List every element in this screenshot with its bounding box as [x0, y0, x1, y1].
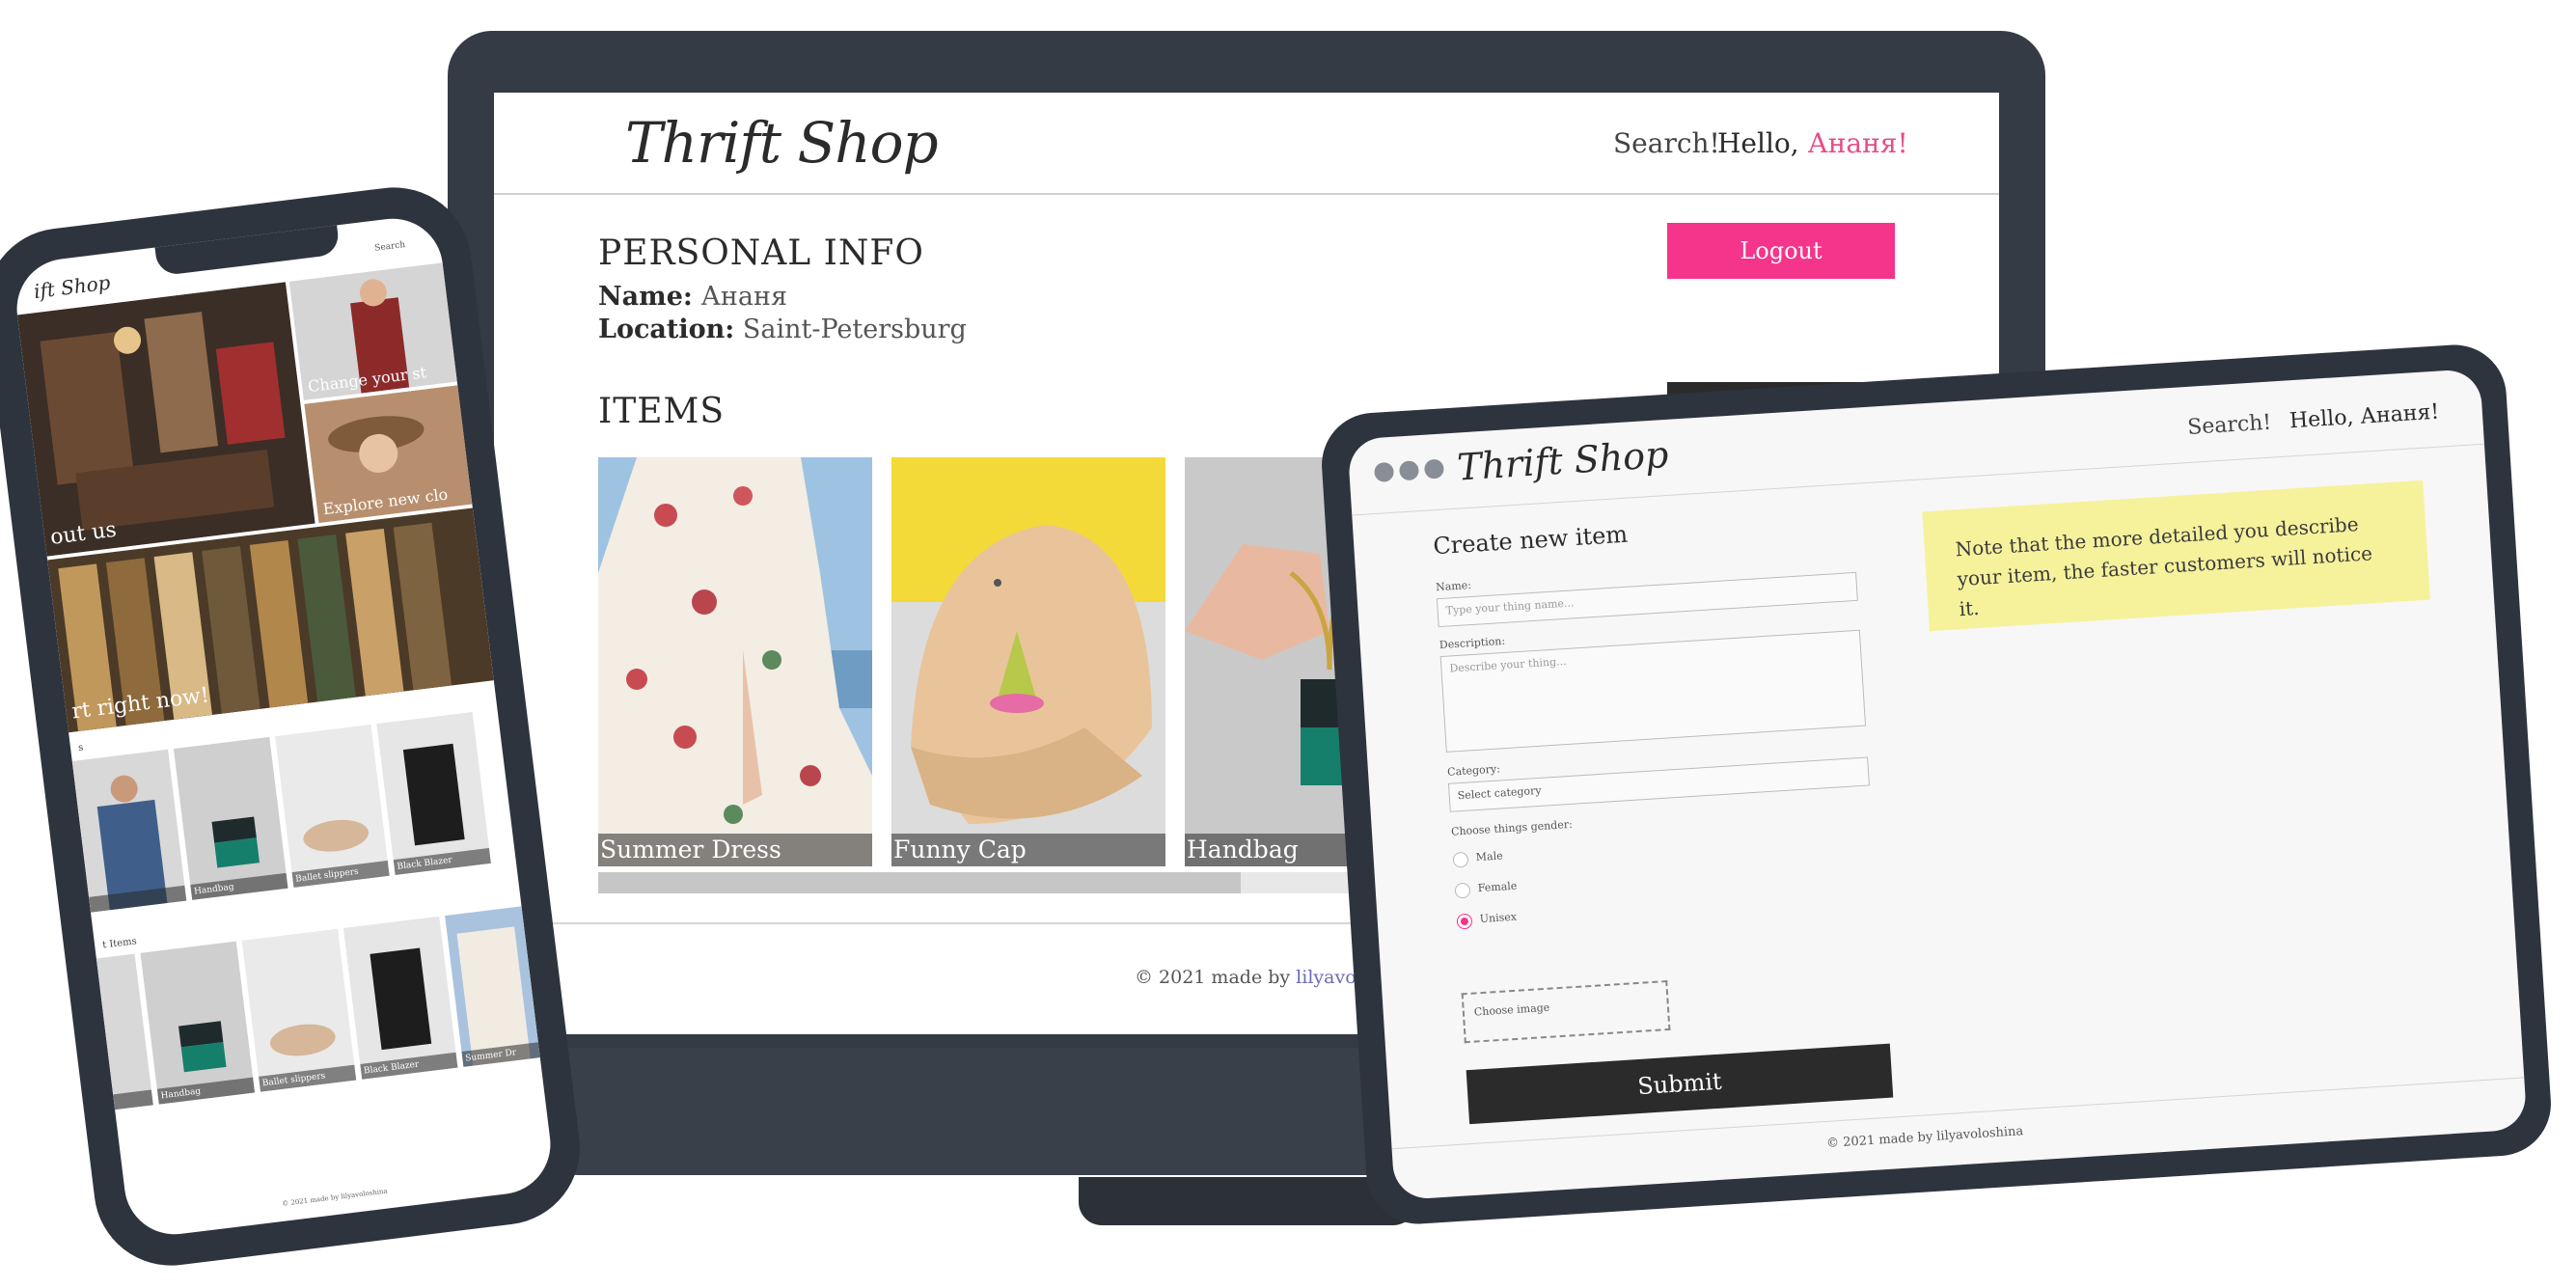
phone-search-link[interactable]: Search: [374, 240, 406, 254]
phone-item-card[interactable]: Black Blazer: [376, 712, 491, 876]
items-title: ITEMS: [598, 392, 726, 431]
create-item-title: Create new item: [1432, 520, 1629, 561]
phone-item-card[interactable]: Black Blazer: [343, 916, 458, 1080]
phone-footer: © 2021 made by lilyavoloshina: [281, 1187, 389, 1208]
submit-button[interactable]: Submit: [1466, 1043, 1894, 1125]
category-select[interactable]: Select category: [1447, 756, 1870, 812]
items-scrollbar[interactable]: [598, 872, 1360, 893]
phone-item-card[interactable]: Handbag: [173, 736, 288, 900]
description-textarea[interactable]: Describe your thing...: [1439, 629, 1867, 753]
radio-unisex-label: Unisex: [1479, 910, 1518, 926]
item-card-funny-cap[interactable]: Funny Cap: [891, 457, 1165, 866]
personal-info-title: PERSONAL INFO: [598, 233, 924, 273]
greeting-prefix: Hello,: [1717, 127, 1808, 159]
description-label: Description:: [1439, 634, 1506, 652]
tile-about-us[interactable]: out us: [16, 282, 315, 557]
phone-item-card[interactable]: [71, 749, 187, 913]
item-card-summer-dress[interactable]: Summer Dress: [598, 457, 872, 866]
location-label: Location:: [598, 315, 735, 344]
radio-female-label: Female: [1477, 879, 1518, 895]
location-value: Saint-Petersburg: [742, 315, 967, 344]
radio-male-label: Male: [1475, 849, 1504, 864]
user-greeting[interactable]: Hello, Ананя!: [1717, 127, 1908, 159]
search-link[interactable]: Search!: [1613, 127, 1720, 159]
name-field: Name: Ананя: [598, 282, 787, 312]
site-logo[interactable]: Thrift Shop: [625, 110, 939, 176]
summer-dress-image: [598, 457, 872, 866]
funny-cap-image: [891, 457, 1165, 866]
phone-item-card[interactable]: Ballet slippers: [275, 724, 390, 888]
name-label: Name:: [1435, 578, 1472, 594]
window-dot-icon: [1423, 458, 1445, 480]
item-label: Funny Cap: [891, 834, 1165, 866]
phone-item-card[interactable]: Handbag: [140, 941, 256, 1105]
phone-site-logo[interactable]: ift Shop: [33, 271, 112, 304]
location-field: Location: Saint-Petersburg: [598, 315, 967, 344]
laptop-trackpad-notch: [1079, 1177, 1416, 1225]
name-label: Name:: [598, 282, 693, 312]
item-label: Summer Dress: [598, 834, 872, 866]
tile-explore[interactable]: Explore new clo: [304, 385, 473, 523]
tile-change-style[interactable]: Change your st: [288, 262, 457, 400]
scrollbar-thumb[interactable]: [598, 872, 1241, 893]
radio-unisex[interactable]: [1456, 913, 1473, 930]
phone-section-title: s: [77, 742, 84, 754]
phone-items-row: Handbag Ballet slippers Black Blazer Sum…: [96, 906, 541, 1117]
phone-items-row: Handbag Ballet slippers Black Blazer: [71, 709, 517, 920]
tablet-search-link[interactable]: Search!: [2187, 411, 2272, 440]
tablet-footer: © 2021 made by lilyavoloshina: [1825, 1124, 2024, 1151]
gender-label: Choose things gender:: [1450, 817, 1574, 838]
window-dot-icon: [1373, 461, 1395, 482]
site-header: Thrift Shop Search! Hello, Ананя!: [494, 93, 1999, 195]
greeting-username[interactable]: Ананя!: [1808, 127, 1908, 159]
phone-item-card[interactable]: Ballet slippers: [241, 928, 357, 1092]
radio-female[interactable]: [1454, 882, 1471, 899]
window-dot-icon: [1398, 460, 1420, 481]
phone-section-title: t Items: [101, 936, 138, 951]
logout-button[interactable]: Logout: [1667, 223, 1895, 279]
phone-item-label: [113, 1089, 153, 1110]
shop-interior-image: [16, 282, 315, 557]
tablet-screen: Thrift Shop Search! Hello, Ананя! Create…: [1347, 368, 2528, 1201]
name-value: Ананя: [700, 282, 788, 312]
hint-note: Note that the more detailed you describe…: [1922, 480, 2430, 632]
footer-text: © 2021 made by: [1135, 967, 1297, 988]
tablet-user-greeting[interactable]: Hello, Ананя!: [2288, 400, 2440, 434]
tablet-site-logo[interactable]: Thrift Shop: [1456, 433, 1670, 489]
category-label: Category:: [1446, 762, 1501, 779]
choose-image-button[interactable]: Choose image: [1461, 979, 1671, 1044]
name-input[interactable]: Type your thing name...: [1436, 571, 1858, 628]
radio-male[interactable]: [1452, 851, 1469, 868]
